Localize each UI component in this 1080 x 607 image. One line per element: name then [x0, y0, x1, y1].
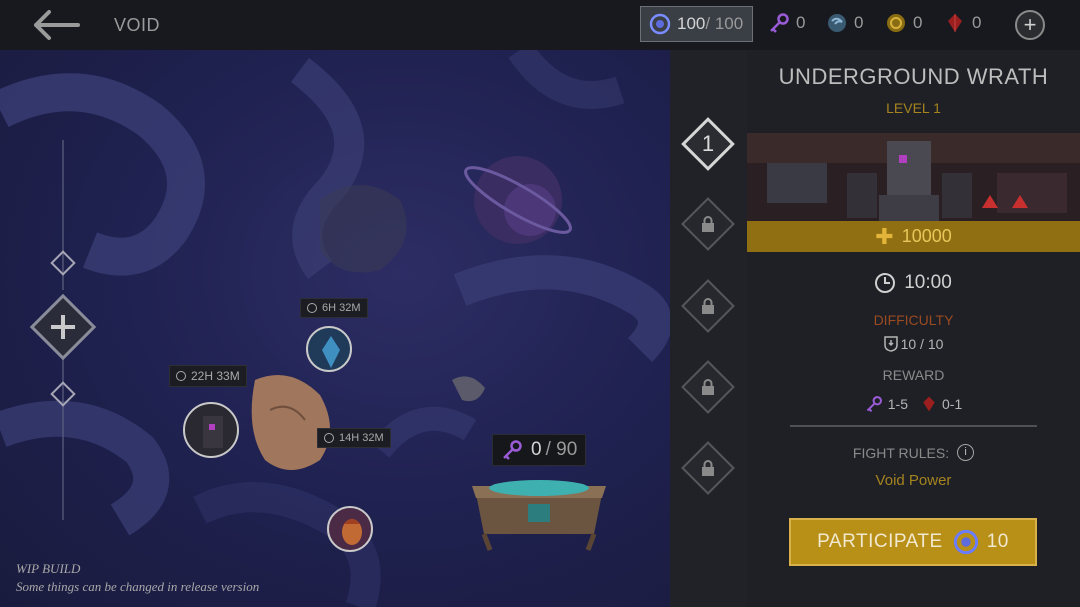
level-number: 1	[701, 131, 715, 156]
energy-max: / 100	[705, 14, 744, 33]
plus-icon	[29, 293, 97, 361]
clock-icon	[875, 273, 896, 293]
energy-value: 100	[677, 14, 706, 33]
void-energy-icon	[953, 529, 978, 555]
event-level: LEVEL 1	[886, 100, 941, 116]
clock-icon	[324, 433, 334, 443]
timer-text: 14H 32M	[339, 432, 384, 444]
difficulty-value: 10 / 10	[900, 336, 944, 352]
timer-tag: 6H 32M	[300, 298, 368, 318]
key-icon	[503, 440, 522, 460]
participate-button[interactable]: PARTICIPATE 10	[789, 518, 1037, 566]
boss-node[interactable]	[327, 506, 373, 552]
void-orb-icon	[828, 14, 846, 32]
locked-level-tab[interactable]	[681, 197, 735, 251]
gem-counter: 0	[944, 12, 981, 34]
difficulty-value-row: 10 / 10	[747, 336, 1080, 352]
participate-label: PARTICIPATE	[817, 531, 943, 552]
coin-icon	[887, 14, 905, 32]
back-button[interactable]	[32, 8, 82, 42]
plus-icon: ✚	[875, 223, 894, 249]
level-1-tab[interactable]: 1	[681, 117, 735, 171]
wip-notice: WIP BUILD Some things can be changed in …	[16, 560, 259, 596]
treasure-chest-icon[interactable]	[470, 460, 608, 554]
void-map[interactable]: 6H 32M 22H 33M 14H 32M 0 / 90 WIP BUILD …	[0, 50, 670, 607]
keys-max: / 90	[545, 439, 578, 460]
boss-node[interactable]	[183, 402, 239, 458]
void-energy-icon	[649, 13, 671, 35]
energy-counter: 100 / 100	[640, 6, 753, 42]
void-orb-counter: 0	[826, 12, 863, 34]
difficulty-label: DIFFICULTY	[873, 312, 954, 328]
key-count: 0	[796, 13, 806, 32]
participate-cost: 10	[986, 531, 1009, 552]
key-icon	[866, 396, 882, 413]
timer-tag: 22H 33M	[169, 365, 247, 387]
coin-counter: 0	[885, 12, 922, 34]
zoom-in-button[interactable]	[28, 292, 98, 362]
locked-level-tab[interactable]	[681, 360, 735, 414]
lock-icon	[691, 370, 725, 404]
gem-icon	[923, 396, 935, 412]
boss-banner-image	[747, 133, 1080, 221]
shield-icon	[883, 336, 898, 352]
wip-subtitle: Some things can be changed in release ve…	[16, 579, 260, 594]
locked-level-tab[interactable]	[681, 279, 735, 333]
timer-tag: 14H 32M	[317, 428, 391, 448]
reward-keys: 1-5	[887, 396, 908, 412]
bounty-value: 10000	[901, 226, 952, 246]
void-orb-count: 0	[854, 13, 864, 32]
keys-value: 0	[531, 439, 542, 460]
locked-level-tab[interactable]	[681, 441, 735, 495]
bounty-bar: ✚ 10000	[747, 221, 1080, 252]
key-counter: 0	[768, 12, 805, 34]
lock-icon	[691, 289, 725, 323]
reward-row: 1-5 0-1	[747, 395, 1080, 413]
info-icon[interactable]: i	[957, 444, 975, 461]
screen-title: VOID	[114, 15, 161, 35]
event-timer: 10:00	[747, 272, 1080, 294]
reward-label: REWARD	[882, 367, 945, 383]
event-title: UNDERGROUND WRATH	[778, 64, 1049, 89]
arrow-left-icon	[34, 10, 80, 40]
clock-icon	[307, 303, 317, 313]
top-bar: VOID 100 / 100 0 0 0 0 +	[0, 0, 1080, 50]
fight-rules-value: Void Power	[875, 472, 952, 489]
coin-count: 0	[913, 13, 923, 32]
fight-rules-row: FIGHT RULES: i	[747, 444, 1080, 461]
level-selector: 1	[670, 50, 747, 607]
wip-title: WIP BUILD	[16, 561, 81, 576]
gem-icon	[948, 14, 962, 32]
reward-gems: 0-1	[942, 396, 963, 412]
boss-node[interactable]	[306, 326, 352, 372]
fight-rules-label: FIGHT RULES:	[852, 444, 950, 461]
divider	[790, 425, 1037, 427]
event-timer-value: 10:00	[904, 272, 952, 293]
event-panel: UNDERGROUND WRATH LEVEL 1 ✚ 10000 10:00 …	[747, 50, 1080, 607]
clock-icon	[176, 371, 186, 381]
timer-text: 6H 32M	[322, 302, 361, 314]
timer-text: 22H 33M	[191, 369, 240, 383]
lock-icon	[691, 451, 725, 485]
lock-icon	[691, 207, 725, 241]
add-currency-button[interactable]: +	[1015, 10, 1045, 40]
key-icon	[770, 13, 789, 33]
gem-count: 0	[972, 13, 982, 32]
